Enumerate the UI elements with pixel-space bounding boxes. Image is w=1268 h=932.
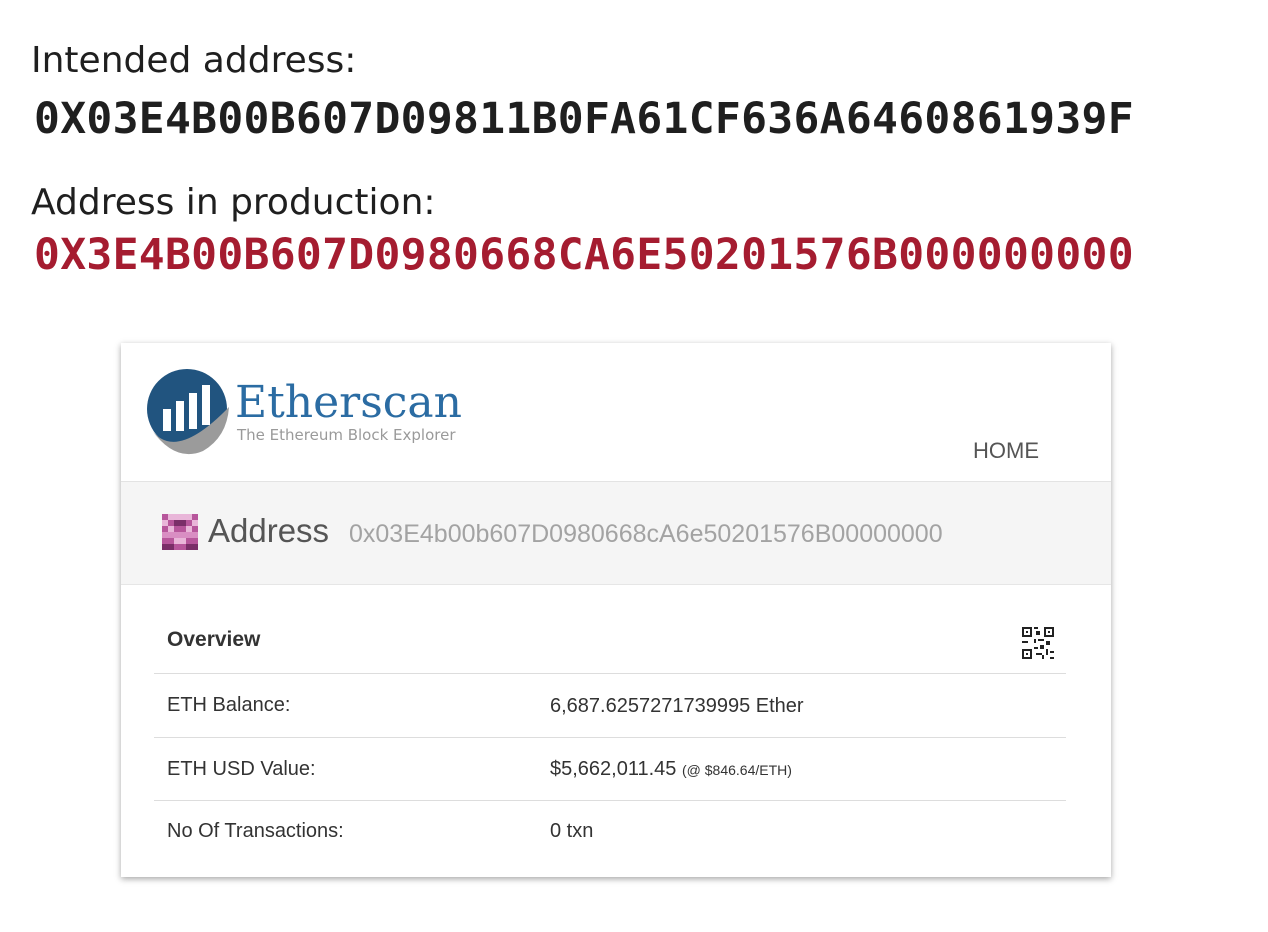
etherscan-logo-icon[interactable] [145, 367, 231, 455]
eth-usd-label: ETH USD Value: [167, 758, 316, 780]
logo-tagline: The Ethereum Block Explorer [237, 426, 456, 444]
logo-name: Etherscan [235, 377, 463, 428]
eth-usd-amount: $5,662,011.45 [550, 758, 677, 780]
address-panel: Address 0x03E4b00b607D0980668cA6e5020157… [121, 482, 1111, 585]
identicon-icon [162, 514, 198, 550]
address-title: Address [208, 512, 330, 549]
eth-price-note: (@ $846.64/ETH) [681, 762, 792, 778]
eth-usd-value: $5,662,011.45 (@ $846.64/ETH) [550, 758, 792, 781]
divider [154, 673, 1066, 674]
eth-balance-value: 6,687.6257271739995 Ether [550, 695, 804, 717]
nav-home-link[interactable]: HOME [973, 438, 1039, 464]
intended-address-value: 0X03E4B00B607D09811B0FA61CF636A646086193… [34, 94, 1134, 144]
divider [154, 737, 1066, 738]
qr-code-icon[interactable] [1022, 627, 1054, 659]
address-hash: 0x03E4b00b607D0980668cA6e50201576B000000… [349, 520, 943, 548]
etherscan-header: Etherscan The Ethereum Block Explorer HO… [121, 343, 1111, 482]
tx-count-label: No Of Transactions: [167, 820, 344, 842]
intended-address-label: Intended address: [31, 40, 357, 81]
eth-balance-label: ETH Balance: [167, 694, 291, 716]
etherscan-screenshot: Etherscan The Ethereum Block Explorer HO… [121, 343, 1111, 877]
production-address-label: Address in production: [31, 182, 436, 223]
tx-count-value: 0 txn [550, 820, 594, 842]
overview-heading: Overview [167, 628, 261, 651]
production-address-value: 0X3E4B00B607D0980668CA6E50201576B0000000… [34, 230, 1134, 280]
divider [154, 800, 1066, 801]
